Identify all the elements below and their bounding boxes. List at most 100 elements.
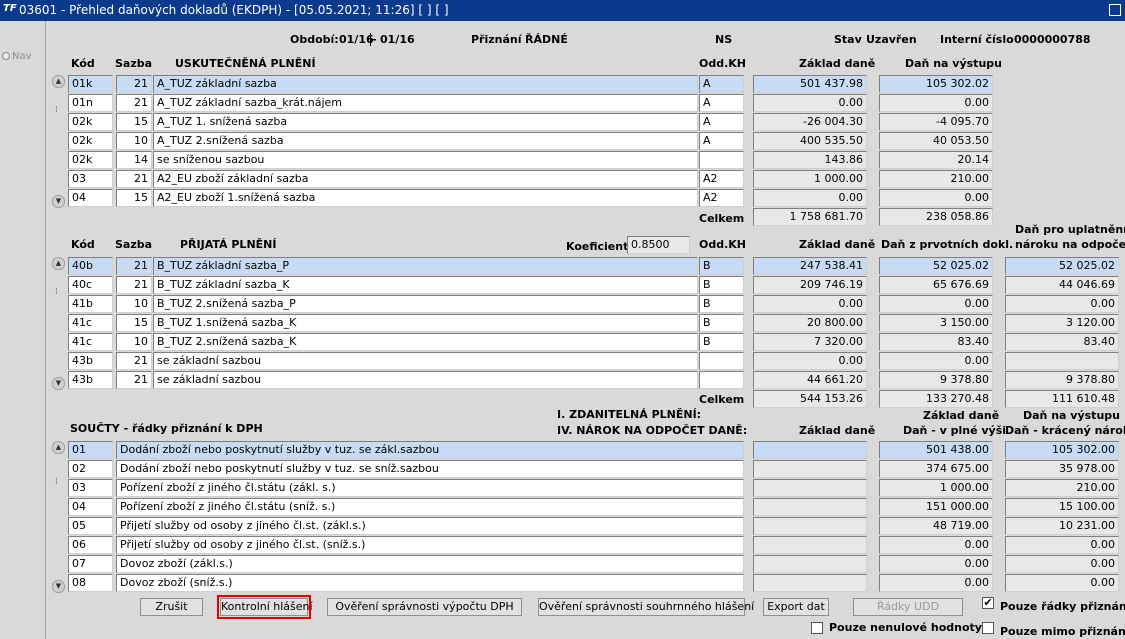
cancel-button[interactable]: Zrušit	[140, 598, 203, 616]
row-kod[interactable]: 05	[68, 517, 113, 535]
row-kh[interactable]: A	[699, 113, 744, 131]
row-base[interactable]	[753, 574, 867, 592]
row-kod[interactable]: 03	[68, 170, 113, 188]
row-kod[interactable]: 08	[68, 574, 113, 592]
row-name[interactable]: A_TUZ základní sazba	[153, 75, 698, 93]
row-base[interactable]: 1 000.00	[753, 170, 867, 188]
s1-scrollbar[interactable]: ▲ ⁞ ▼	[52, 75, 65, 208]
row-right[interactable]: 35 978.00	[1005, 460, 1119, 478]
row-kod[interactable]: 40b	[68, 257, 113, 275]
rows-udd-button[interactable]: Řádky UDD	[853, 598, 963, 616]
row-kod[interactable]: 02k	[68, 113, 113, 131]
row-base[interactable]	[753, 479, 867, 497]
scroll-down-icon[interactable]: ▼	[52, 580, 65, 593]
row-base[interactable]: 0.00	[753, 189, 867, 207]
scroll-up-icon[interactable]: ▲	[52, 75, 65, 88]
control-report-button[interactable]: Kontrolní hlášení	[217, 595, 313, 619]
row-base[interactable]: 0.00	[753, 94, 867, 112]
row-right[interactable]: 10 231.00	[1005, 517, 1119, 535]
row-kod[interactable]: 04	[68, 498, 113, 516]
row-kh[interactable]: B	[699, 295, 744, 313]
row-kh[interactable]	[699, 352, 744, 370]
row-kod[interactable]: 02k	[68, 151, 113, 169]
row-claim[interactable]: 9 378.80	[1005, 371, 1119, 389]
row-base[interactable]: 400 535.50	[753, 132, 867, 150]
row-name[interactable]: B_TUZ 1.snížená sazba_K	[153, 314, 698, 332]
scroll-up-icon[interactable]: ▲	[52, 441, 65, 454]
row-name[interactable]: A_TUZ 2.snížená sazba	[153, 132, 698, 150]
row-name[interactable]: se základní sazbou	[153, 371, 698, 389]
row-mid[interactable]: 0.00	[879, 574, 993, 592]
row-kod[interactable]: 03	[68, 479, 113, 497]
scroll-down-icon[interactable]: ▼	[52, 195, 65, 208]
scroll-up-icon[interactable]: ▲	[52, 257, 65, 270]
row-sazba[interactable]: 21	[116, 94, 152, 112]
row-kod[interactable]: 41c	[68, 314, 113, 332]
only-outside-checkbox[interactable]	[982, 622, 994, 634]
row-kh[interactable]: B	[699, 257, 744, 275]
verify-vat-button[interactable]: Ověření správnosti výpočtu DPH	[327, 598, 522, 616]
row-tax[interactable]: -4 095.70	[879, 113, 993, 131]
row-claim[interactable]: 44 046.69	[1005, 276, 1119, 294]
row-mid[interactable]: 48 719.00	[879, 517, 993, 535]
row-claim[interactable]: 0.00	[1005, 295, 1119, 313]
row-name[interactable]: A_TUZ 1. snížená sazba	[153, 113, 698, 131]
row-kod[interactable]: 41b	[68, 295, 113, 313]
row-base[interactable]	[753, 555, 867, 573]
row-sazba[interactable]: 21	[116, 257, 152, 275]
row-kh[interactable]: A	[699, 132, 744, 150]
row-sazba[interactable]: 21	[116, 371, 152, 389]
row-right[interactable]: 210.00	[1005, 479, 1119, 497]
row-kod[interactable]: 41c	[68, 333, 113, 351]
row-mid[interactable]: 0.00	[879, 555, 993, 573]
row-base[interactable]: 501 437.98	[753, 75, 867, 93]
row-sazba[interactable]: 10	[116, 295, 152, 313]
row-kod[interactable]: 07	[68, 555, 113, 573]
s3-scrollbar[interactable]: ▲ ⁞ ▼	[52, 441, 65, 593]
row-base[interactable]: 0.00	[753, 295, 867, 313]
row-tax[interactable]: 105 302.02	[879, 75, 993, 93]
export-button[interactable]: Export dat	[763, 598, 829, 616]
row-kod[interactable]: 01	[68, 441, 113, 459]
row-name[interactable]: B_TUZ 2.snížená sazba_K	[153, 333, 698, 351]
row-sazba[interactable]: 21	[116, 75, 152, 93]
period-from[interactable]: 01/16	[339, 33, 374, 46]
row-mid[interactable]: 501 438.00	[879, 441, 993, 459]
row-sazba[interactable]: 15	[116, 189, 152, 207]
row-base[interactable]: -26 004.30	[753, 113, 867, 131]
row-right[interactable]: 105 302.00	[1005, 441, 1119, 459]
row-sazba[interactable]: 21	[116, 170, 152, 188]
verify-summary-button[interactable]: Ověření správnosti souhrnného hlášení	[538, 598, 754, 616]
row-kh[interactable]: B	[699, 333, 744, 351]
row-kod[interactable]: 02k	[68, 132, 113, 150]
row-name[interactable]: Dovoz zboží (sníž.s.)	[116, 574, 744, 592]
row-name[interactable]: Přijetí služby od osoby z jiného čl.st. …	[116, 536, 744, 554]
row-base[interactable]: 0.00	[753, 352, 867, 370]
row-claim[interactable]: 52 025.02	[1005, 257, 1119, 275]
row-sazba[interactable]: 21	[116, 352, 152, 370]
coefficient-field[interactable]: 0.8500	[627, 236, 690, 254]
row-kh[interactable]: A	[699, 75, 744, 93]
s2-scrollbar[interactable]: ▲ ⁞ ▼	[52, 257, 65, 390]
only-filing-rows-checkbox[interactable]: ✔	[982, 597, 994, 609]
row-base[interactable]: 247 538.41	[753, 257, 867, 275]
row-kh[interactable]: A	[699, 94, 744, 112]
row-sazba[interactable]: 15	[116, 314, 152, 332]
row-base[interactable]	[753, 517, 867, 535]
row-kh[interactable]: A2	[699, 170, 744, 188]
scroll-down-icon[interactable]: ▼	[52, 377, 65, 390]
row-base[interactable]: 7 320.00	[753, 333, 867, 351]
row-tax[interactable]: 65 676.69	[879, 276, 993, 294]
row-tax[interactable]: 0.00	[879, 352, 993, 370]
row-name[interactable]: B_TUZ základní sazba_K	[153, 276, 698, 294]
row-tax[interactable]: 0.00	[879, 295, 993, 313]
only-nonzero-checkbox[interactable]	[811, 622, 823, 634]
row-kod[interactable]: 43b	[68, 352, 113, 370]
maximize-icon[interactable]	[1109, 4, 1121, 16]
period-to[interactable]: 01/16	[380, 33, 415, 46]
row-name[interactable]: Dodání zboží nebo poskytnutí služby v tu…	[116, 460, 744, 478]
row-right[interactable]: 0.00	[1005, 574, 1119, 592]
row-kod[interactable]: 04	[68, 189, 113, 207]
row-right[interactable]: 0.00	[1005, 555, 1119, 573]
row-base[interactable]	[753, 460, 867, 478]
